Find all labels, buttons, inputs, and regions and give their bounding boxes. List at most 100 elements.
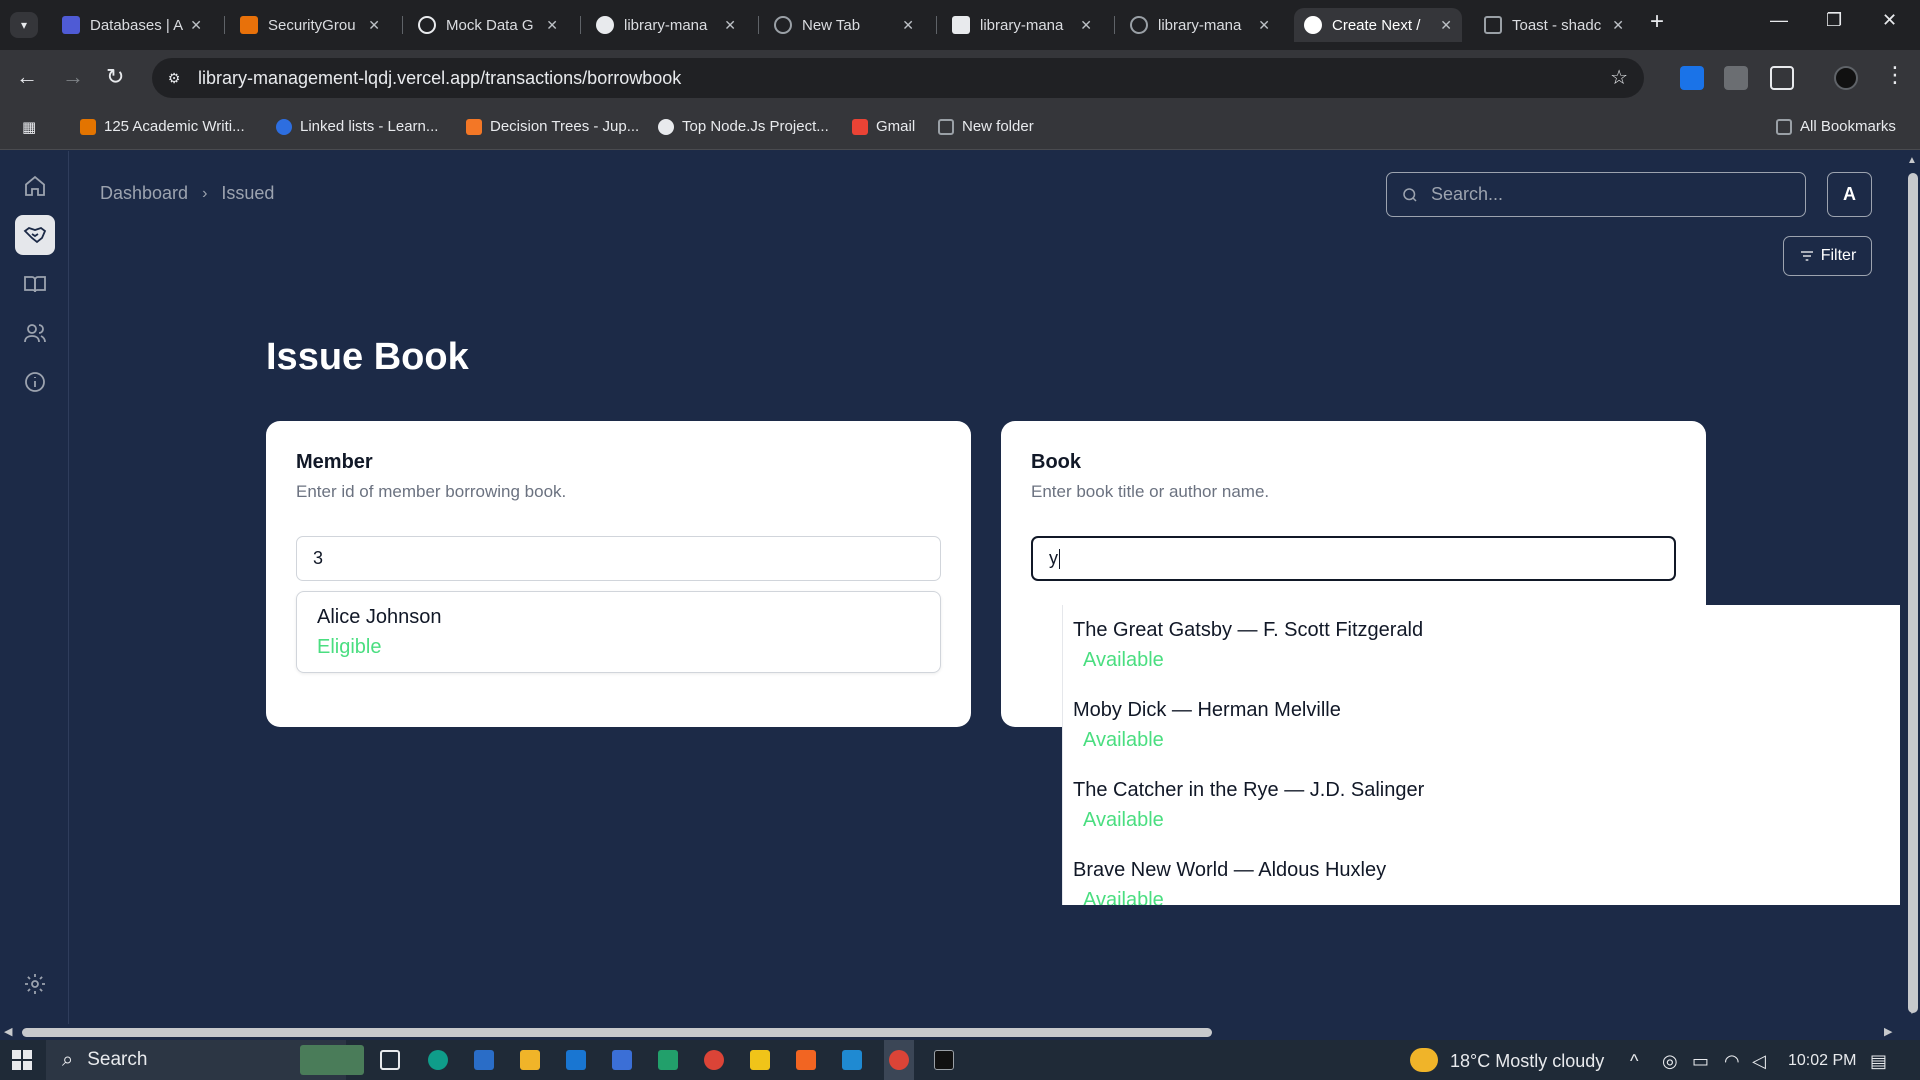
new-tab-button[interactable]: + xyxy=(1650,8,1664,36)
gear-icon[interactable] xyxy=(15,964,55,1004)
terminal-icon[interactable] xyxy=(934,1050,954,1070)
search-input[interactable]: Search... xyxy=(1386,172,1806,217)
tab-library-deploy[interactable]: library-mana ✕ xyxy=(942,8,1102,42)
tab-mock-data[interactable]: Mock Data G ✕ xyxy=(408,8,568,42)
tab-library-site[interactable]: library-mana ✕ xyxy=(1120,8,1280,42)
tab-library-github[interactable]: library-mana ✕ xyxy=(586,8,746,42)
scroll-up-arrow-icon[interactable]: ▲ xyxy=(1907,155,1917,166)
wifi-icon[interactable]: ◠ xyxy=(1724,1051,1740,1072)
chevron-up-icon[interactable]: ^ xyxy=(1630,1051,1638,1072)
git-icon[interactable] xyxy=(750,1050,770,1070)
app-icon[interactable] xyxy=(658,1050,678,1070)
vertical-scroll-thumb[interactable] xyxy=(1908,173,1918,1013)
close-icon[interactable]: ✕ xyxy=(902,17,914,34)
notification-icon[interactable]: ▤ xyxy=(1870,1051,1887,1072)
book-open-icon[interactable] xyxy=(15,264,55,304)
member-id-input[interactable]: 3 xyxy=(296,536,941,581)
minimize-icon[interactable]: — xyxy=(1770,10,1788,31)
scroll-right-arrow-icon[interactable]: ▶ xyxy=(1884,1025,1892,1038)
book-suggestion-title: Brave New World — Aldous Huxley xyxy=(1073,859,1387,881)
side-navigation xyxy=(0,151,69,1024)
bookmark-decision-trees[interactable]: Decision Trees - Jup... xyxy=(466,118,639,135)
close-icon[interactable]: ✕ xyxy=(1612,17,1624,34)
meet-icon[interactable]: ◎ xyxy=(1662,1051,1678,1072)
book-search-input[interactable]: y xyxy=(1031,536,1676,581)
extension-icon[interactable] xyxy=(1724,66,1748,90)
book-suggestion-item[interactable]: The Catcher in the Rye — J.D. Salinger A… xyxy=(1073,779,1424,832)
bookmark-academic-writing[interactable]: 125 Academic Writi... xyxy=(80,118,245,135)
window-close-icon[interactable]: ✕ xyxy=(1882,10,1897,31)
close-icon[interactable]: ✕ xyxy=(368,17,380,34)
book-suggestion-item[interactable]: The Great Gatsby — F. Scott Fitzgerald A… xyxy=(1073,619,1423,672)
home-icon[interactable] xyxy=(15,166,55,206)
tab-new-tab[interactable]: New Tab ✕ xyxy=(764,8,924,42)
tab-security-group[interactable]: SecurityGrou ✕ xyxy=(230,8,390,42)
tab-create-next-app[interactable]: Create Next / ✕ xyxy=(1294,8,1462,42)
volume-icon[interactable]: ◁ xyxy=(1752,1051,1766,1072)
info-icon[interactable] xyxy=(15,362,55,402)
weather-text[interactable]: 18°C Mostly cloudy xyxy=(1450,1051,1604,1072)
bookmark-gmail[interactable]: Gmail xyxy=(852,118,915,135)
bookmark-star-icon[interactable]: ☆ xyxy=(1610,65,1628,90)
tab-divider xyxy=(1114,16,1115,34)
close-icon[interactable]: ✕ xyxy=(546,17,558,34)
member-result[interactable]: Alice Johnson Eligible xyxy=(296,591,941,673)
url-text[interactable]: library-management-lqdj.vercel.app/trans… xyxy=(198,68,681,89)
extensions-puzzle-icon[interactable] xyxy=(1770,66,1794,90)
address-bar[interactable]: ⚙ library-management-lqdj.vercel.app/tra… xyxy=(152,58,1644,98)
profile-avatar-icon[interactable] xyxy=(1834,66,1858,90)
close-icon[interactable]: ✕ xyxy=(1080,17,1092,34)
horizontal-scrollbar[interactable]: ◀ ▶ xyxy=(0,1024,1904,1040)
aws-favicon-icon xyxy=(240,16,258,34)
all-bookmarks-button[interactable]: All Bookmarks xyxy=(1776,118,1896,135)
battery-icon[interactable]: ▭ xyxy=(1692,1051,1709,1072)
breadcrumb-dashboard-link[interactable]: Dashboard xyxy=(100,183,188,204)
xampp-icon[interactable] xyxy=(796,1050,816,1070)
scroll-left-arrow-icon[interactable]: ◀ xyxy=(4,1025,12,1038)
chrome-icon[interactable] xyxy=(704,1050,724,1070)
close-icon[interactable]: ✕ xyxy=(190,17,202,34)
vscode-icon[interactable] xyxy=(842,1050,862,1070)
bookmark-new-folder[interactable]: New folder xyxy=(938,118,1034,135)
scroll-down-arrow-icon[interactable]: ▼ xyxy=(1907,1006,1917,1017)
apps-grid-icon[interactable]: ▦ xyxy=(22,118,36,136)
extension-icon[interactable] xyxy=(1680,66,1704,90)
book-status-badge: Available xyxy=(1083,889,1164,905)
vertical-scrollbar[interactable]: ▲ ▼ xyxy=(1904,151,1920,1024)
chrome-active-icon[interactable] xyxy=(889,1050,909,1070)
close-icon[interactable]: ✕ xyxy=(724,17,736,34)
filter-button[interactable]: Filter xyxy=(1783,236,1872,276)
clock-time[interactable]: 10:02 PM xyxy=(1788,1052,1856,1070)
bookmark-linked-lists[interactable]: Linked lists - Learn... xyxy=(276,118,438,135)
windows-start-icon[interactable] xyxy=(12,1050,32,1070)
file-explorer-icon[interactable] xyxy=(520,1050,540,1070)
book-suggestion-title: The Great Gatsby — F. Scott Fitzgerald xyxy=(1073,619,1424,641)
handshake-icon[interactable] xyxy=(15,215,55,255)
edge-icon[interactable] xyxy=(428,1050,448,1070)
users-icon[interactable] xyxy=(15,313,55,353)
more-menu-icon[interactable]: ⋮ xyxy=(1884,62,1906,88)
powershell-icon[interactable] xyxy=(474,1050,494,1070)
book-suggestion-item[interactable]: Moby Dick — Herman Melville Available xyxy=(1073,699,1341,752)
back-arrow-icon[interactable]: ← xyxy=(16,64,38,90)
forward-arrow-icon[interactable]: → xyxy=(62,64,84,90)
close-icon[interactable]: ✕ xyxy=(1440,17,1452,34)
breadcrumb-current: Issued xyxy=(221,183,275,203)
deploy-favicon-icon xyxy=(952,16,970,34)
book-suggestion-item[interactable]: Brave New World — Aldous Huxley Availabl… xyxy=(1073,859,1386,905)
horizontal-scroll-thumb[interactable] xyxy=(22,1028,1212,1037)
close-icon[interactable]: ✕ xyxy=(1258,17,1270,34)
bookmark-nodejs-projects[interactable]: Top Node.Js Project... xyxy=(658,118,829,135)
tab-search-chevron-icon[interactable]: ▾ xyxy=(10,12,38,38)
tab-databases[interactable]: Databases | A ✕ xyxy=(52,8,212,42)
teams-icon[interactable] xyxy=(612,1050,632,1070)
tab-toast-shadcn[interactable]: Toast - shadc ✕ xyxy=(1474,8,1634,42)
site-info-icon[interactable]: ⚙ xyxy=(160,64,188,92)
avatar[interactable]: A xyxy=(1827,172,1872,217)
widgets-landscape-icon[interactable] xyxy=(300,1045,364,1075)
reload-icon[interactable]: ↻ xyxy=(106,64,124,90)
outlook-icon[interactable] xyxy=(566,1050,586,1070)
task-view-icon[interactable] xyxy=(380,1050,400,1070)
restore-icon[interactable]: ❐ xyxy=(1826,10,1842,31)
weather-icon[interactable] xyxy=(1410,1048,1438,1072)
